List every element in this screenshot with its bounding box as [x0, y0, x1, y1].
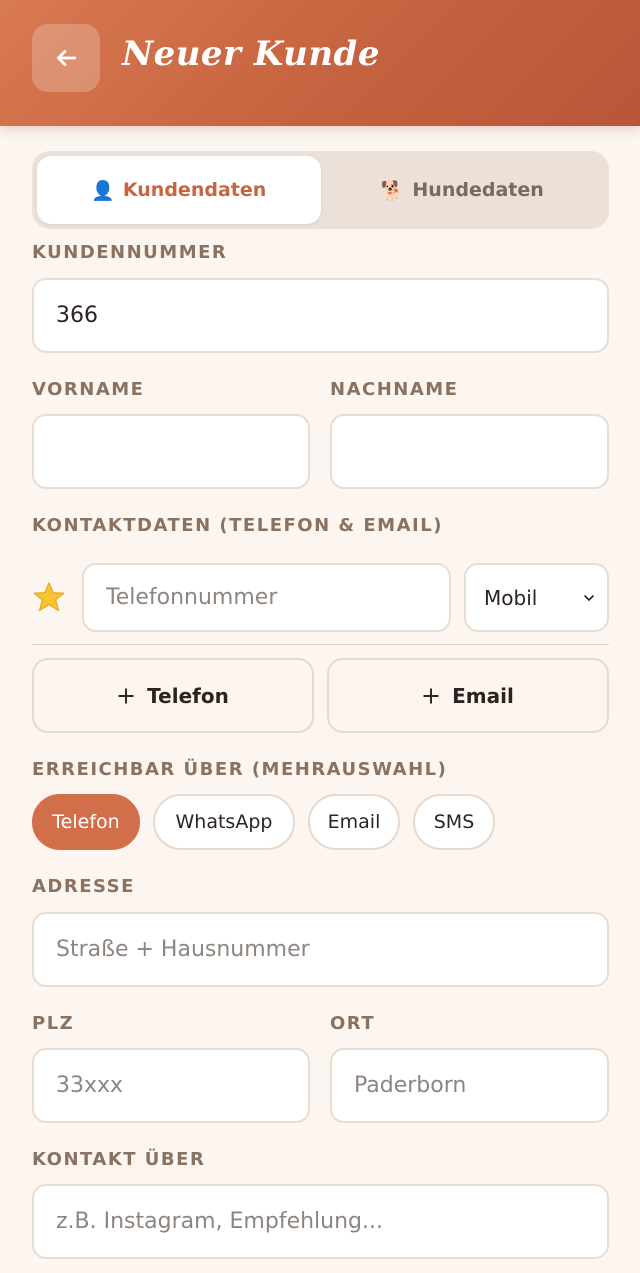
plus-icon	[118, 687, 134, 704]
nachname-label: NACHNAME	[330, 379, 459, 400]
kontakt-ueber-input[interactable]	[32, 1184, 609, 1259]
chip-sms[interactable]: SMS	[413, 794, 495, 850]
street-input[interactable]	[32, 912, 609, 987]
phone-type-value: Mobil	[484, 585, 538, 610]
phone-type-select[interactable]: Mobil	[464, 563, 609, 632]
tab-label: Kundendaten	[122, 179, 267, 201]
plus-icon	[423, 687, 439, 704]
vorname-input[interactable]	[32, 414, 310, 489]
ort-input[interactable]	[330, 1048, 609, 1123]
divider	[32, 644, 609, 645]
vorname-label: VORNAME	[32, 379, 145, 400]
chip-whatsapp[interactable]: WhatsApp	[153, 794, 295, 850]
star-icon[interactable]	[32, 580, 66, 614]
tab-label: Hundedaten	[412, 179, 544, 201]
kontaktdaten-label: KONTAKTDATEN (TELEFON & EMAIL)	[32, 515, 443, 536]
tab-kundendaten[interactable]: 👤 Kundendaten	[37, 156, 321, 224]
plz-label: PLZ	[32, 1013, 75, 1034]
tab-hundedaten[interactable]: 🐕 Hundedaten	[321, 156, 605, 224]
plz-input[interactable]	[32, 1048, 310, 1123]
adresse-label: ADRESSE	[32, 876, 135, 897]
add-email-button[interactable]: Email	[327, 658, 609, 733]
page-title: Neuer Kunde	[122, 34, 380, 74]
nachname-input[interactable]	[330, 414, 609, 489]
arrow-left-icon	[57, 50, 77, 66]
kundennummer-label: KUNDENNUMMER	[32, 242, 228, 263]
app-header: Neuer Kunde	[0, 0, 640, 126]
chevron-down-icon	[584, 594, 594, 601]
add-email-label: Email	[452, 683, 514, 708]
kundennummer-input[interactable]	[32, 278, 609, 353]
chip-email[interactable]: Email	[308, 794, 400, 850]
add-phone-button[interactable]: Telefon	[32, 658, 314, 733]
kontakt-ueber-label: KONTAKT ÜBER	[32, 1149, 206, 1170]
tab-bar: 👤 Kundendaten 🐕 Hundedaten	[32, 151, 609, 229]
ort-label: ORT	[330, 1013, 376, 1034]
chip-telefon[interactable]: Telefon	[32, 794, 140, 850]
phone-input[interactable]	[82, 563, 451, 632]
add-phone-label: Telefon	[147, 683, 229, 708]
person-icon: 👤	[91, 179, 115, 202]
back-button[interactable]	[32, 24, 100, 92]
dog-icon: 🐕	[380, 179, 405, 202]
erreichbar-label: ERREICHBAR ÜBER (MEHRAUSWAHL)	[32, 759, 448, 780]
